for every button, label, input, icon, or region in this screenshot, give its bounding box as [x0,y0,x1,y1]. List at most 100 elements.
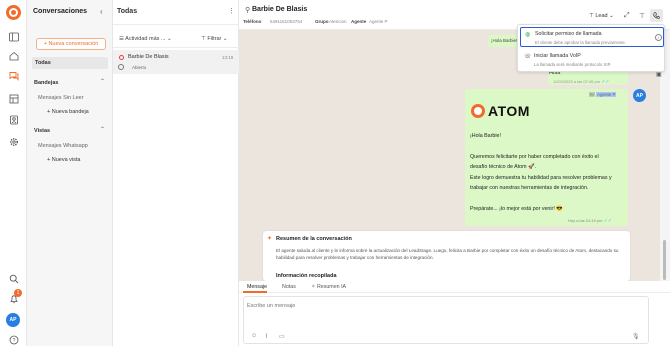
message-time-text: 11/09/2025 a las 07:45 pm [553,79,601,84]
panel-icon[interactable]: ▣ [656,71,662,78]
message-line: Queremos felicitarte por haber completad… [470,154,599,160]
divider [113,24,239,25]
microphone-icon[interactable]: 🎙 [632,333,640,340]
call-options-menu: ◍ Solicitar permiso de llamada El client… [517,24,665,72]
sidebar-title: Conversaciones [33,8,88,15]
collapse-sidebar-icon[interactable]: ‹ [100,7,103,16]
help-icon[interactable]: ? [7,333,20,346]
message-time-text: Hoy a las 01:19 pm [568,218,603,223]
tab-resumen-ia-label: Resumen IA [316,284,347,290]
svg-text:?: ? [12,338,15,344]
alert-icon [119,55,124,60]
group-info: Grupo [315,19,329,24]
new-inbox-button[interactable]: + Nueva bandeja [47,109,89,115]
start-voip-call-option[interactable]: ☏ Iniciar llamada VoIP La llamada será m… [520,50,664,70]
app-rail: 1 AP ? [0,0,27,346]
lead-label: Lead [595,13,608,19]
message-line: trabajar con nuestras herramientas de in… [470,185,589,191]
summary-title: Resumen de la conversación [276,236,352,242]
phone-icon: ☏ [524,54,532,60]
bubble-agent: 🖼 Agente P [589,92,617,97]
option-description: La llamada será mediante protocolo SIP. [534,62,612,67]
phone-call-button[interactable] [650,9,663,22]
list-title: Todas [117,8,138,15]
tab-mensaje[interactable]: Mensaje [247,284,267,290]
atom-logo-icon[interactable] [6,5,21,20]
conversation-item[interactable]: Barbie De Blasis 13:19 Abierto [113,50,239,74]
option-title: Solicitar permiso de llamada [535,31,602,37]
agent-name: Agente P [595,92,617,97]
contact-name[interactable]: Barbie De Blasis [252,6,307,13]
sparkle-icon: ✧ [311,284,316,290]
agent-info: Agente [351,19,366,24]
chevron-up-icon[interactable]: ⌃ [100,126,105,133]
conversation-name: Barbie De Blasis [128,54,169,60]
chevron-up-icon[interactable]: ⌃ [100,78,105,85]
scrollbar-thumb[interactable] [663,240,666,280]
sidebar-toggle-icon[interactable] [7,30,20,43]
transfer-icon[interactable]: ⤢ [624,12,630,20]
filter-label: Filtrar [207,36,222,42]
conversation-status: Abierto [132,65,147,70]
sidebar-item-todas[interactable]: Todas [32,57,108,69]
message-input[interactable] [247,301,627,311]
activity-sort-label: Actividad más ... [125,36,166,42]
atom-wordmark: ATOM [488,103,530,119]
filter-icon[interactable]: ⊤ [639,12,645,20]
message-time: Hoy a las 01:19 pm ✓✓ [568,218,612,224]
sidebar-item-mensajes-sin-leer[interactable]: Mensajes Sin Leer [38,95,84,101]
conversation-list: Todas ⋮ ☰ Actividad más ... ⌄ ⊤ Filtrar … [113,0,239,346]
attach-icon[interactable]: ⌇ [265,333,268,340]
notification-badge: 1 [14,289,22,297]
option-title: Iniciar llamada VoIP [534,53,581,59]
read-check-icon: ✓✓ [601,79,610,85]
option-description: El cliente debe aprobar la llamada previ… [535,40,627,45]
composer-tabs: Mensaje Notas ✧ Resumen IA [239,281,670,293]
tab-resumen-ia[interactable]: ✧ Resumen IA [311,284,346,290]
lead-stage-dropdown[interactable]: ⊤ Lead ⌄ [589,13,614,19]
message-composer: ☺ ⌇ ▭ 🎙 [243,296,649,344]
agent-value: Agente P [369,19,388,24]
summary-text: El agente saluda al cliente y le informa… [276,248,619,260]
filter-button[interactable]: ⊤ Filtrar ⌄ [201,36,228,42]
activity-sort-dropdown[interactable]: ☰ Actividad más ... ⌄ [119,36,172,42]
divider [113,47,239,48]
more-options-icon[interactable]: ⋮ [228,7,235,15]
user-avatar[interactable]: AP [6,313,20,327]
new-view-button[interactable]: + Nueva vista [47,157,80,163]
section-vistas[interactable]: Vistas [34,128,50,134]
read-check-icon: ✓✓ [603,218,612,224]
message-line: Este logro demuestra tu habilidad para r… [470,175,612,181]
phone-value: 5491161053764 [270,19,303,24]
sidebar-item-mensajes-whatsapp[interactable]: Mensajes Whatsapp [38,143,88,149]
new-conversation-button[interactable]: + Nueva conversación [36,38,106,50]
phone-label: Teléfono [243,19,262,24]
section-bandejas[interactable]: Bandejas [34,80,58,86]
agent-avatar: AP [633,89,646,102]
search-icon[interactable] [7,272,20,285]
contacts-icon[interactable] [7,113,20,126]
sparkle-icon: ✦ [267,236,273,242]
group-label: Grupo [315,19,329,24]
phone-info: Teléfono [243,19,261,24]
emoji-icon[interactable]: ☺ [251,333,257,339]
pin-icon[interactable]: ⚲ [245,6,250,14]
message-time: 11/09/2025 a las 07:45 pm ✓✓ [553,79,610,85]
message-line: desafío técnico de Atom 🚀. [470,164,537,170]
template-icon[interactable]: ▭ [279,333,285,340]
info-icon[interactable]: i [655,34,662,41]
atom-brand-image: ATOM [471,103,530,119]
message-bubble-congrats: 🖼 Agente P ATOM ¡Hola Barbie! Queremos f… [465,89,628,226]
whatsapp-icon [118,64,124,70]
home-icon[interactable] [7,49,20,62]
conversation-time: 13:19 [222,55,234,60]
shield-check-icon: ◍ [525,32,531,38]
message-line: Prepárate... ¡lo mejor está por venir! 😎 [470,206,563,212]
conversation-summary-card: ✦ Resumen de la conversación El agente s… [263,231,630,281]
message-line: ¡Hola Barbie! [470,133,501,139]
chat-icon[interactable] [7,69,20,82]
table-icon[interactable] [7,92,20,105]
settings-icon[interactable] [7,135,20,148]
request-call-permission-option[interactable]: ◍ Solicitar permiso de llamada El client… [520,27,664,47]
tab-notas[interactable]: Notas [282,284,296,290]
